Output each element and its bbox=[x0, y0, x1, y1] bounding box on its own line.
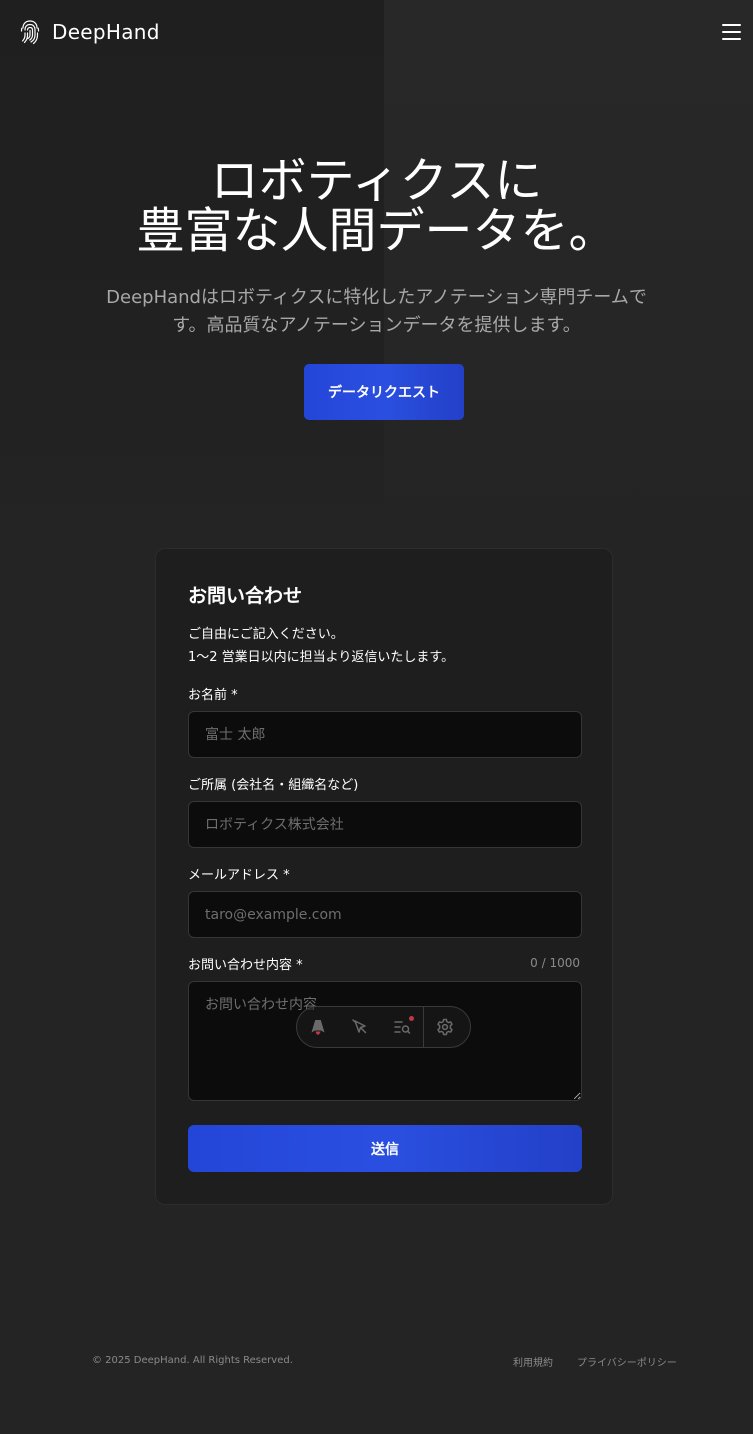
astro-logo-icon[interactable] bbox=[297, 1007, 339, 1047]
data-request-button[interactable]: データリクエスト bbox=[304, 364, 464, 420]
hero-title-line-2: 豊富な人間データを。 bbox=[136, 203, 617, 259]
terms-link[interactable]: 利用規約 bbox=[513, 1354, 553, 1369]
name-field[interactable] bbox=[188, 711, 582, 758]
hero-title: ロボティクスに 豊富な人間データを。 bbox=[0, 156, 753, 256]
contact-form-title: お問い合わせ bbox=[188, 585, 303, 607]
submit-button[interactable]: 送信 bbox=[188, 1125, 582, 1172]
email-label: メールアドレス * bbox=[188, 868, 290, 883]
contact-form-card: お問い合わせ ご自由にご記入ください。 1〜2 営業日以内に担当より返信いたしま… bbox=[155, 548, 613, 1205]
hero-background-right bbox=[384, 0, 753, 560]
hero-subtitle: DeepHandはロボティクスに特化したアノテーション専門チームです。高品質なア… bbox=[106, 287, 647, 336]
email-field[interactable] bbox=[188, 891, 582, 938]
page: DeepHand ロボティクスに 豊富な人間データを。 DeepHandはロボテ… bbox=[0, 0, 753, 1434]
message-label: お問い合わせ内容 * bbox=[188, 958, 303, 973]
contact-desc-line-2: 1〜2 営業日以内に担当より返信いたします。 bbox=[188, 650, 455, 665]
brand-name: DeepHand bbox=[52, 20, 160, 44]
fingerprint-icon bbox=[20, 20, 40, 45]
hero-background-left bbox=[0, 0, 384, 560]
dev-toolbar bbox=[296, 1006, 471, 1048]
privacy-policy-link[interactable]: プライバシーポリシー bbox=[577, 1354, 677, 1369]
hero-title-line-1: ロボティクスに bbox=[210, 153, 543, 209]
contact-desc-line-1: ご自由にご記入ください。 bbox=[188, 627, 344, 642]
site-header: DeepHand bbox=[0, 0, 753, 62]
organization-label: ご所属 (会社名・組織名など) bbox=[188, 778, 359, 793]
contact-form-description: ご自由にご記入ください。 1〜2 営業日以内に担当より返信いたします。 bbox=[188, 623, 454, 669]
notification-dot bbox=[409, 1016, 414, 1021]
copyright-text: © 2025 DeepHand. All Rights Reserved. bbox=[92, 1355, 293, 1366]
cursor-select-icon[interactable] bbox=[339, 1007, 381, 1047]
audit-list-icon[interactable] bbox=[381, 1007, 423, 1047]
name-label: お名前 * bbox=[188, 688, 238, 703]
message-char-counter: 0 / 1000 bbox=[530, 956, 580, 970]
settings-gear-icon[interactable] bbox=[424, 1007, 466, 1047]
brand-logo[interactable]: DeepHand bbox=[20, 19, 160, 45]
organization-field[interactable] bbox=[188, 801, 582, 848]
hamburger-menu-icon[interactable] bbox=[722, 24, 741, 40]
